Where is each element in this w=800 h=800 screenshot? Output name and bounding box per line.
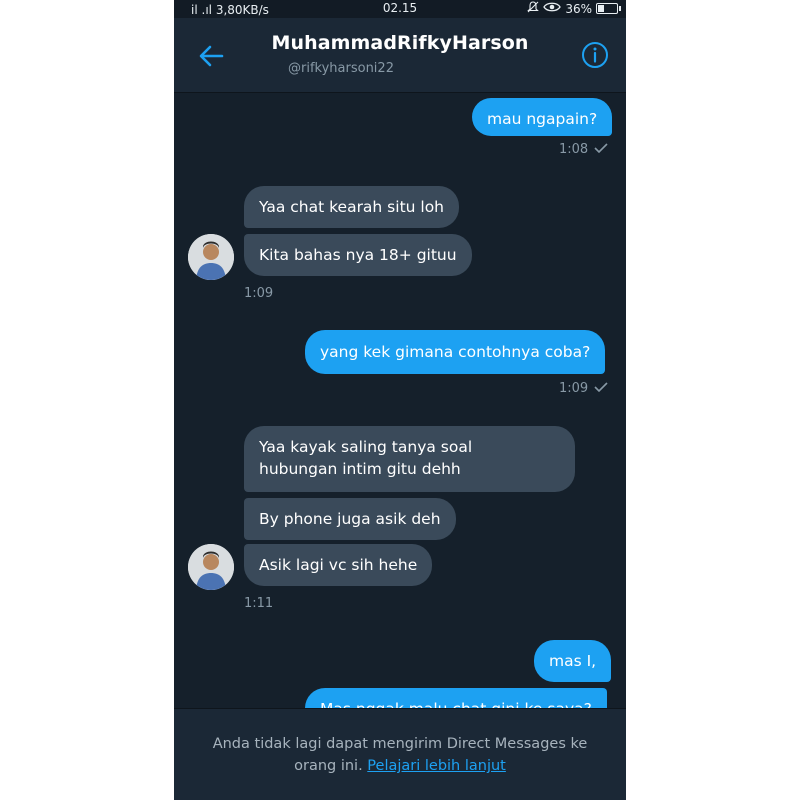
timestamp-text: 1:08	[559, 142, 589, 157]
message-received[interactable]: Kita bahas nya 18+ gituu	[244, 234, 472, 276]
avatar[interactable]	[188, 234, 234, 280]
message-list[interactable]: mau ngapain? 1:08 Yaa chat kearah situ l…	[174, 92, 626, 708]
arrow-left-icon	[196, 45, 228, 76]
message-received[interactable]: Yaa kayak saling tanya soal hubungan int…	[244, 426, 575, 492]
message-received[interactable]: By phone juga asik deh	[244, 498, 456, 540]
phone-screen: ﾠil .ıl 3,80KB/s 02.15 36% MuhammadRifky…	[174, 0, 626, 800]
mute-icon	[527, 1, 540, 16]
info-circle-icon	[580, 42, 610, 74]
learn-more-link[interactable]: Pelajari lebih lanjut	[367, 758, 506, 774]
conversation-name: MuhammadRifkyHarson	[271, 32, 529, 54]
timestamp: 1:11	[244, 596, 274, 611]
status-bar: ﾠil .ıl 3,80KB/s 02.15 36%	[174, 0, 626, 18]
message-received[interactable]: Asik lagi vc sih hehe	[244, 544, 433, 586]
battery-percent: 36%	[565, 1, 592, 16]
checkmark-icon	[594, 381, 608, 396]
message-sent[interactable]: mas I,	[534, 640, 612, 682]
status-right: 36%	[527, 1, 621, 16]
conversation-handle: @rifkyharsoni22	[288, 61, 394, 76]
message-line: Yaa kayak saling tanya soal	[259, 438, 473, 456]
avatar[interactable]	[188, 544, 234, 590]
eye-icon	[543, 1, 562, 16]
message-sent[interactable]: yang kek gimana contohnya coba?	[305, 330, 606, 374]
timestamp: 1:09	[559, 381, 608, 396]
conversation-header: MuhammadRifkyHarson @rifkyharsoni22	[174, 18, 626, 93]
info-button[interactable]	[580, 40, 610, 70]
timestamp: 1:09	[244, 286, 274, 301]
timestamp-text: 1:09	[559, 381, 589, 396]
message-sent[interactable]: Mas nggak malu chat gini ke saya?	[305, 688, 607, 708]
dm-restricted-notice: Anda tidak lagi dapat mengirim Direct Me…	[174, 708, 626, 800]
battery-icon	[596, 3, 621, 14]
message-received[interactable]: Yaa chat kearah situ loh	[244, 186, 460, 228]
timestamp: 1:08	[559, 142, 608, 157]
message-line: hubungan intim gitu dehh	[259, 460, 461, 478]
notice-text-wrap: Anda tidak lagi dapat mengirim Direct Me…	[194, 733, 606, 777]
checkmark-icon	[594, 142, 608, 157]
message-sent[interactable]: mau ngapain?	[472, 98, 613, 136]
